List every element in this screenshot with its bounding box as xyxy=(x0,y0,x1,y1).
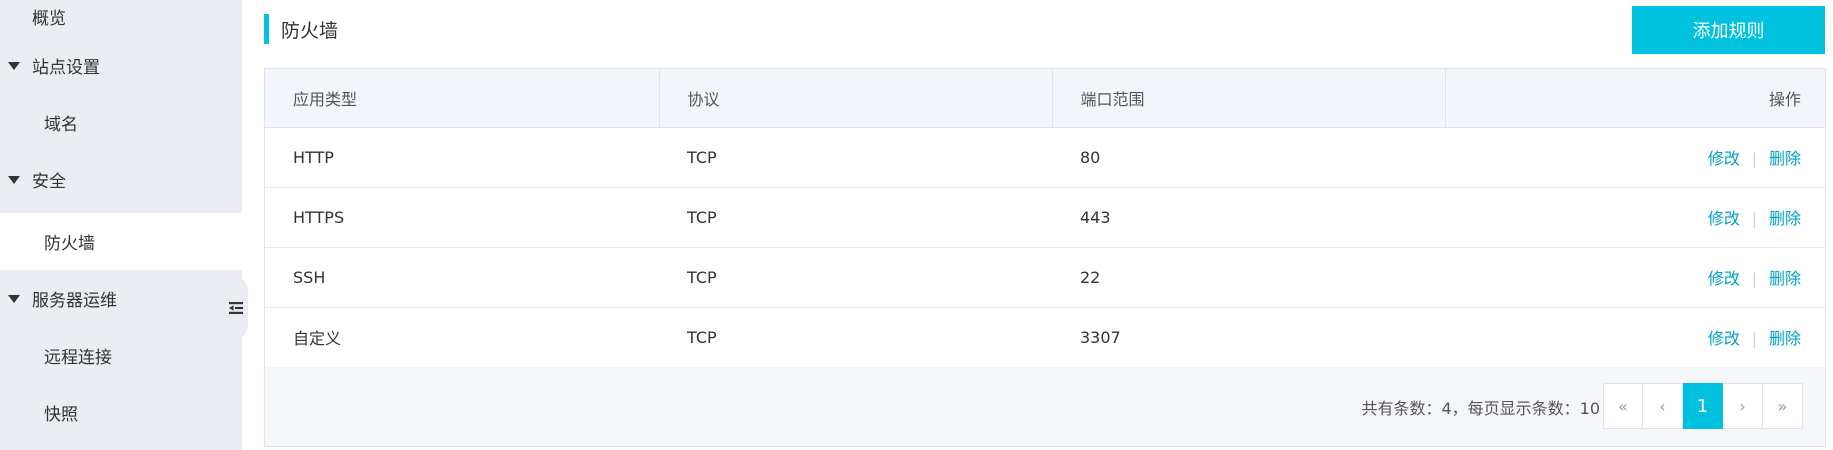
sidebar-group-server-ops[interactable]: 服务器运维 xyxy=(0,270,242,327)
rules-table: 应用类型 协议 端口范围 操作 HTTP TCP 80 修改 | 删除 HTTP… xyxy=(265,69,1825,368)
table-body: HTTP TCP 80 修改 | 删除 HTTPS TCP 443 修改 | 删除 xyxy=(265,127,1825,367)
edit-rule-link[interactable]: 修改 xyxy=(1708,149,1740,168)
cell-actions: 修改 | 删除 xyxy=(1445,247,1825,307)
sidebar-item-label: 站点设置 xyxy=(32,58,100,78)
main-content: 防火墙 添加规则 应用类型 协议 端口范围 操作 HTTP TCP 80 修改 … xyxy=(242,0,1833,450)
title-accent-bar xyxy=(264,14,269,44)
page-header: 防火墙 xyxy=(264,14,338,44)
page-title: 防火墙 xyxy=(281,19,339,42)
caret-down-icon xyxy=(8,294,20,303)
edit-rule-link[interactable]: 修改 xyxy=(1708,269,1740,288)
sidebar-item-label: 域名 xyxy=(44,115,78,135)
sidebar-item-label: 远程连接 xyxy=(44,348,112,368)
action-separator: | xyxy=(1751,210,1757,228)
caret-down-icon xyxy=(8,175,20,184)
delete-rule-link[interactable]: 删除 xyxy=(1769,329,1801,348)
cell-actions: 修改 | 删除 xyxy=(1445,127,1825,187)
table-header: 应用类型 协议 端口范围 操作 xyxy=(265,69,1825,128)
page-number-button[interactable]: 1 xyxy=(1683,383,1723,429)
cell-app-type: HTTPS xyxy=(293,207,345,227)
prev-page-button[interactable]: ‹ xyxy=(1643,383,1683,429)
sidebar-item-label: 安全 xyxy=(32,172,66,192)
column-header-app-type: 应用类型 xyxy=(265,69,660,128)
cell-app-type: 自定义 xyxy=(293,329,342,348)
edit-rule-link[interactable]: 修改 xyxy=(1708,209,1740,228)
cell-port-range: 22 xyxy=(1080,267,1101,287)
cell-actions: 修改 | 删除 xyxy=(1445,187,1825,247)
pagination-summary: 共有条数：4，每页显示条数：10 xyxy=(1361,399,1600,418)
sidebar-item-label: 概览 xyxy=(32,9,66,29)
caret-down-icon xyxy=(8,61,20,70)
sidebar-item-snapshot[interactable]: 快照 xyxy=(0,384,242,441)
sidebar-item-label: 防火墙 xyxy=(44,234,95,254)
cell-protocol: TCP xyxy=(687,267,717,287)
action-separator: | xyxy=(1751,330,1757,348)
delete-rule-link[interactable]: 删除 xyxy=(1769,269,1801,288)
action-separator: | xyxy=(1751,270,1757,288)
app-root: 概览 站点设置 域名 安全 防火墙 服务器运维 远程连接 快照 防火墙 添加规则… xyxy=(0,0,1833,450)
cell-protocol: TCP xyxy=(687,207,717,227)
sidebar-item-firewall[interactable]: 防火墙 xyxy=(0,213,242,270)
cell-port-range: 3307 xyxy=(1080,327,1121,347)
sidebar-item-domain[interactable]: 域名 xyxy=(0,94,242,151)
table-row: HTTP TCP 80 修改 | 删除 xyxy=(265,127,1825,187)
action-separator: | xyxy=(1751,150,1757,168)
sidebar-item-remote-connection[interactable]: 远程连接 xyxy=(0,327,242,384)
pagination-bar: 共有条数：4，每页显示条数：10 « ‹ 1 › » xyxy=(265,367,1825,446)
add-rule-button[interactable]: 添加规则 xyxy=(1632,6,1825,54)
delete-rule-link[interactable]: 删除 xyxy=(1769,149,1801,168)
next-page-button[interactable]: › xyxy=(1723,383,1763,429)
last-page-button[interactable]: » xyxy=(1763,383,1803,429)
table-row: SSH TCP 22 修改 | 删除 xyxy=(265,247,1825,307)
column-header-actions: 操作 xyxy=(1445,69,1825,128)
sidebar: 概览 站点设置 域名 安全 防火墙 服务器运维 远程连接 快照 xyxy=(0,0,242,450)
firewall-rules-table: 应用类型 协议 端口范围 操作 HTTP TCP 80 修改 | 删除 HTTP… xyxy=(264,68,1826,447)
cell-protocol: TCP xyxy=(687,147,717,167)
cell-port-range: 80 xyxy=(1080,147,1101,167)
sidebar-group-site-settings[interactable]: 站点设置 xyxy=(0,37,242,94)
first-page-button[interactable]: « xyxy=(1603,383,1643,429)
cell-port-range: 443 xyxy=(1080,207,1111,227)
column-header-protocol: 协议 xyxy=(659,69,1053,128)
table-row: HTTPS TCP 443 修改 | 删除 xyxy=(265,187,1825,247)
table-row: 自定义 TCP 3307 修改 | 删除 xyxy=(265,307,1825,367)
cell-actions: 修改 | 删除 xyxy=(1445,307,1825,367)
sidebar-group-security[interactable]: 安全 xyxy=(0,151,242,208)
column-header-port-range: 端口范围 xyxy=(1052,69,1446,128)
cell-protocol: TCP xyxy=(687,327,717,347)
edit-rule-link[interactable]: 修改 xyxy=(1708,329,1740,348)
sidebar-item-label: 服务器运维 xyxy=(32,291,117,311)
sidebar-item-label: 快照 xyxy=(44,405,78,425)
delete-rule-link[interactable]: 删除 xyxy=(1769,209,1801,228)
pagination: « ‹ 1 › » xyxy=(1603,383,1803,429)
cell-app-type: SSH xyxy=(293,267,326,287)
cell-app-type: HTTP xyxy=(293,147,334,167)
